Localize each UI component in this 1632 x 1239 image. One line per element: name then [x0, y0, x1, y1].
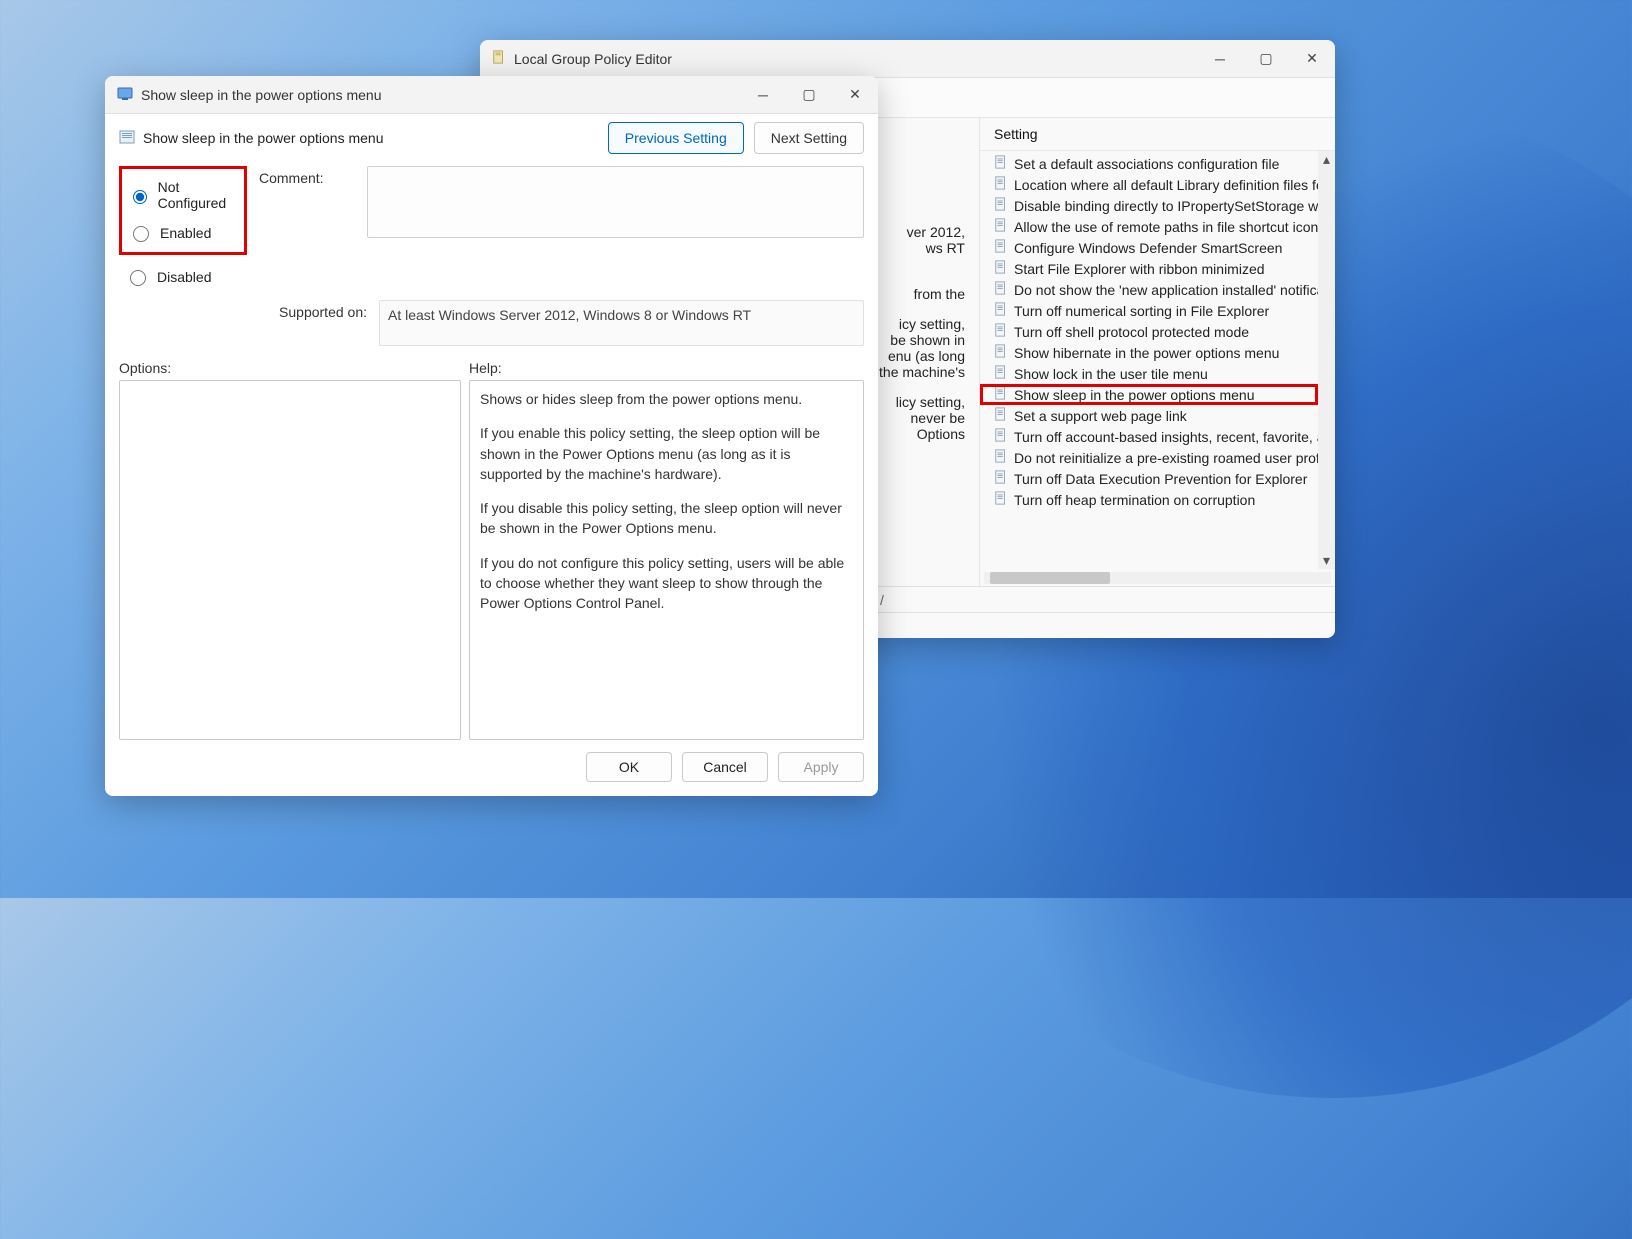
setting-item-label: Set a default associations configuration… [1014, 156, 1279, 172]
policy-icon [117, 85, 133, 104]
ok-button[interactable]: OK [586, 752, 672, 782]
setting-item-label: Turn off account-based insights, recent,… [1014, 429, 1318, 445]
options-header: Options: [119, 360, 461, 376]
setting-item-label: Allow the use of remote paths in file sh… [1014, 219, 1318, 235]
maximize-button[interactable]: ▢ [786, 76, 832, 114]
setting-item-label: Disable binding directly to IPropertySet… [1014, 198, 1318, 214]
radio-enabled[interactable]: Enabled [128, 217, 238, 248]
setting-item[interactable]: Show hibernate in the power options menu [980, 342, 1318, 363]
setting-item[interactable]: Location where all default Library defin… [980, 174, 1318, 195]
help-paragraph: If you disable this policy setting, the … [480, 498, 853, 539]
setting-list[interactable]: Set a default associations configuration… [980, 151, 1318, 569]
next-setting-button[interactable]: Next Setting [754, 122, 864, 154]
policy-item-icon [994, 323, 1008, 340]
setting-item[interactable]: Do not show the 'new application install… [980, 279, 1318, 300]
policy-item-icon [994, 239, 1008, 256]
policy-item-icon [994, 470, 1008, 487]
tab-fragment: / [880, 592, 884, 608]
apply-button[interactable]: Apply [778, 752, 864, 782]
setting-item-label: Turn off heap termination on corruption [1014, 492, 1255, 508]
radio-label: Disabled [157, 269, 211, 285]
options-box [119, 380, 461, 740]
setting-item[interactable]: Show lock in the user tile menu [980, 363, 1318, 384]
cancel-button[interactable]: Cancel [682, 752, 768, 782]
setting-item[interactable]: Show sleep in the power options menu [980, 384, 1318, 405]
setting-item-label: Turn off numerical sorting in File Explo… [1014, 303, 1269, 319]
radio-label: Enabled [160, 225, 211, 241]
setting-item-label: Show hibernate in the power options menu [1014, 345, 1279, 361]
setting-item-label: Show sleep in the power options menu [1014, 387, 1254, 403]
policy-list-icon [119, 129, 135, 148]
setting-item-label: Show lock in the user tile menu [1014, 366, 1208, 382]
scroll-up-icon[interactable]: ▴ [1318, 151, 1335, 168]
setting-item[interactable]: Disable binding directly to IPropertySet… [980, 195, 1318, 216]
policy-item-icon [994, 365, 1008, 382]
policy-item-icon [994, 407, 1008, 424]
policy-item-icon [994, 260, 1008, 277]
gpedit-title: Local Group Policy Editor [514, 51, 1197, 67]
setting-item-label: Turn off shell protocol protected mode [1014, 324, 1249, 340]
policy-dialog: Show sleep in the power options menu ─ ▢… [105, 76, 878, 796]
radio-disabled[interactable]: Disabled [125, 261, 241, 292]
setting-item[interactable]: Turn off numerical sorting in File Explo… [980, 300, 1318, 321]
policy-item-icon [994, 344, 1008, 361]
gpedit-icon [492, 50, 506, 67]
comment-label: Comment: [259, 170, 355, 186]
policy-item-icon [994, 302, 1008, 319]
policy-item-icon [994, 218, 1008, 235]
setting-item[interactable]: Turn off Data Execution Prevention for E… [980, 468, 1318, 489]
help-header: Help: [469, 360, 864, 376]
policy-item-icon [994, 281, 1008, 298]
close-button[interactable]: ✕ [1289, 40, 1335, 78]
help-paragraph: If you do not configure this policy sett… [480, 553, 853, 614]
setting-item-label: Configure Windows Defender SmartScreen [1014, 240, 1282, 256]
setting-item[interactable]: Allow the use of remote paths in file sh… [980, 216, 1318, 237]
close-button[interactable]: ✕ [832, 76, 878, 114]
policy-dialog-title: Show sleep in the power options menu [141, 87, 740, 103]
help-paragraph: Shows or hides sleep from the power opti… [480, 389, 853, 409]
setting-item-label: Do not show the 'new application install… [1014, 282, 1318, 298]
supported-on-label: Supported on: [279, 304, 367, 320]
setting-item-label: Set a support web page link [1014, 408, 1187, 424]
setting-item[interactable]: Do not reinitialize a pre-existing roame… [980, 447, 1318, 468]
setting-item[interactable]: Turn off shell protocol protected mode [980, 321, 1318, 342]
supported-on-value: At least Windows Server 2012, Windows 8 … [379, 300, 864, 346]
policy-titlebar[interactable]: Show sleep in the power options menu ─ ▢… [105, 76, 878, 114]
radio-label: Not Configured [158, 179, 238, 211]
policy-item-icon [994, 155, 1008, 172]
policy-item-icon [994, 386, 1008, 403]
horizontal-scrollbar[interactable] [980, 569, 1335, 586]
minimize-button[interactable]: ─ [740, 76, 786, 114]
policy-item-icon [994, 449, 1008, 466]
setting-item-label: Do not reinitialize a pre-existing roame… [1014, 450, 1318, 466]
comment-textarea[interactable] [367, 166, 864, 238]
gpedit-titlebar[interactable]: Local Group Policy Editor ─ ▢ ✕ [480, 40, 1335, 78]
help-text[interactable]: Shows or hides sleep from the power opti… [469, 380, 864, 740]
setting-item[interactable]: Start File Explorer with ribbon minimize… [980, 258, 1318, 279]
radio-not-configured[interactable]: Not Configured [128, 173, 238, 217]
policy-item-icon [994, 197, 1008, 214]
policy-item-icon [994, 176, 1008, 193]
policy-item-icon [994, 428, 1008, 445]
setting-item[interactable]: Turn off heap termination on corruption [980, 489, 1318, 510]
policy-name-label: Show sleep in the power options menu [143, 130, 383, 146]
help-paragraph: If you enable this policy setting, the s… [480, 423, 853, 484]
setting-item-label: Start File Explorer with ribbon minimize… [1014, 261, 1265, 277]
setting-item[interactable]: Set a default associations configuration… [980, 153, 1318, 174]
previous-setting-button[interactable]: Previous Setting [608, 122, 744, 154]
setting-column-header[interactable]: Setting [994, 126, 1038, 142]
setting-item-label: Location where all default Library defin… [1014, 177, 1318, 193]
setting-item-label: Turn off Data Execution Prevention for E… [1014, 471, 1307, 487]
setting-item[interactable]: Set a support web page link [980, 405, 1318, 426]
maximize-button[interactable]: ▢ [1243, 40, 1289, 78]
setting-item[interactable]: Configure Windows Defender SmartScreen [980, 237, 1318, 258]
vertical-scrollbar[interactable]: ▴ ▾ [1318, 151, 1335, 569]
minimize-button[interactable]: ─ [1197, 40, 1243, 78]
scroll-down-icon[interactable]: ▾ [1318, 552, 1335, 569]
policy-item-icon [994, 491, 1008, 508]
setting-item[interactable]: Turn off account-based insights, recent,… [980, 426, 1318, 447]
